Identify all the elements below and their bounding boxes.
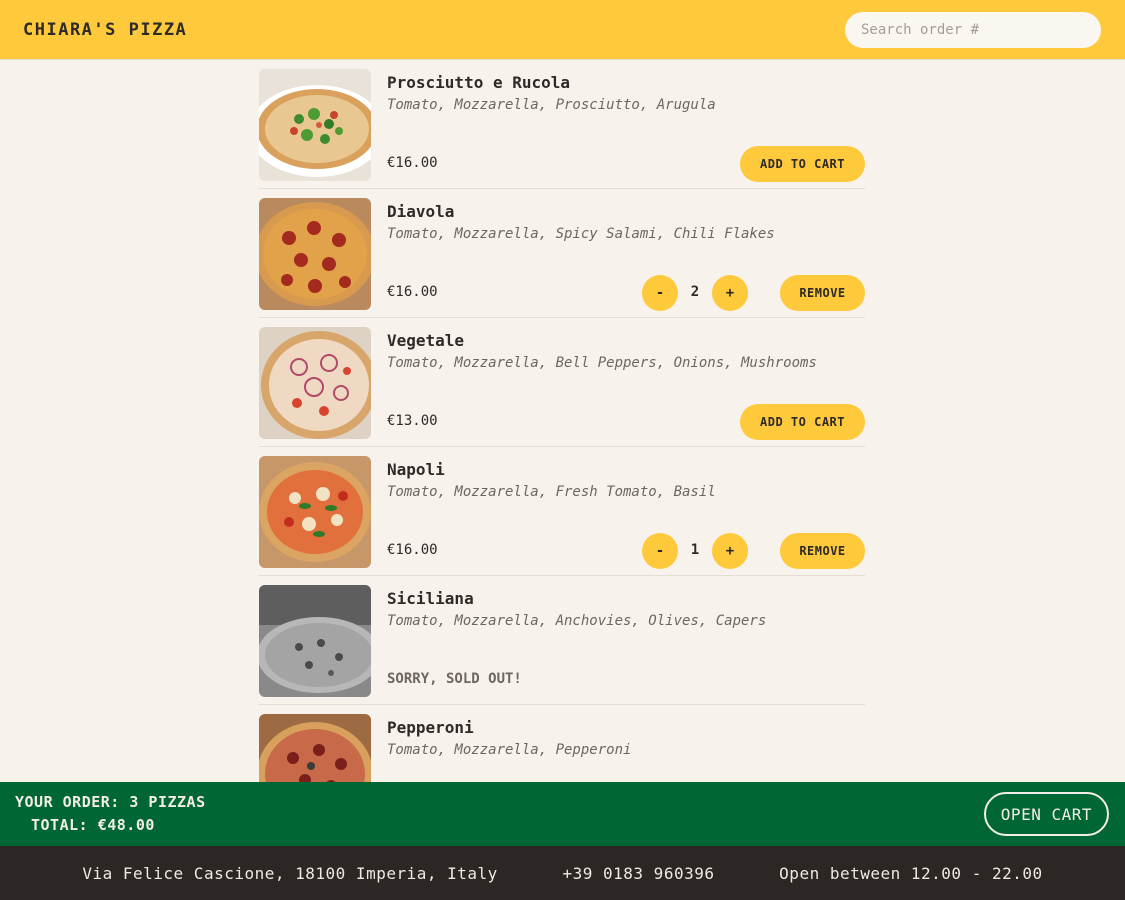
decrease-quantity-button[interactable]: - [642,533,678,569]
add-to-cart-button[interactable]: ADD TO CART [740,404,865,440]
order-summary: YOUR ORDER: 3 PIZZAS TOTAL: €48.00 [15,791,206,837]
increase-quantity-button[interactable]: + [712,533,748,569]
pizza-arugula-image [259,69,371,181]
footer-phone: +39 0183 960396 [562,863,715,883]
menu-item-vegetale: Vegetale Tomato, Mozzarella, Bell Pepper… [259,318,865,447]
menu-list: Prosciutto e Rucola Tomato, Mozzarella, … [259,60,865,782]
pizza-name: Siciliana [387,589,474,608]
increase-quantity-button[interactable]: + [712,275,748,311]
pizza-price: €16.00 [387,542,438,558]
menu-item-diavola: Diavola Tomato, Mozzarella, Spicy Salami… [259,189,865,318]
menu-item-prosciutto-e-rucola: Prosciutto e Rucola Tomato, Mozzarella, … [259,60,865,189]
pizza-ingredients: Tomato, Mozzarella, Pepperoni [387,742,632,758]
pizza-pepperoni-image [259,714,371,782]
pizza-price: €16.00 [387,155,438,171]
menu-item-siciliana: Siciliana Tomato, Mozzarella, Anchovies,… [259,576,865,705]
menu-item-napoli: Napoli Tomato, Mozzarella, Fresh Tomato,… [259,447,865,576]
pizza-ingredients: Tomato, Mozzarella, Anchovies, Olives, C… [387,613,767,629]
pizza-ingredients: Tomato, Mozzarella, Fresh Tomato, Basil [387,484,716,500]
order-total: TOTAL: €48.00 [31,816,155,834]
pizza-price: €16.00 [387,284,438,300]
pizza-napoli-image [259,456,371,568]
header: CHIARA'S PIZZA [0,0,1125,60]
search-order-input[interactable] [845,11,1101,48]
brand-title: CHIARA'S PIZZA [23,19,188,40]
pizza-ingredients: Tomato, Mozzarella, Spicy Salami, Chili … [387,226,775,242]
footer: Via Felice Cascione, 18100 Imperia, Ital… [0,846,1125,900]
pizza-ingredients: Tomato, Mozzarella, Bell Peppers, Onions… [387,355,817,371]
pizza-name: Pepperoni [387,718,474,737]
pizza-name: Vegetale [387,331,465,350]
open-cart-button[interactable]: OPEN CART [983,792,1109,836]
pizza-name: Napoli [387,460,445,479]
remove-button[interactable]: REMOVE [780,275,865,311]
footer-hours: Open between 12.00 - 22.00 [779,863,1043,883]
order-count: YOUR ORDER: 3 PIZZAS [15,793,206,811]
order-summary-bar: YOUR ORDER: 3 PIZZAS TOTAL: €48.00 OPEN … [0,782,1125,846]
pizza-ingredients: Tomato, Mozzarella, Prosciutto, Arugula [387,97,716,113]
quantity-value: 2 [690,284,700,300]
remove-button[interactable]: REMOVE [780,533,865,569]
pizza-name: Diavola [387,202,455,221]
pizza-price: €13.00 [387,413,438,429]
sold-out-label: SORRY, SOLD OUT! [387,671,522,687]
decrease-quantity-button[interactable]: - [642,275,678,311]
quantity-value: 1 [690,542,700,558]
add-to-cart-button[interactable]: ADD TO CART [740,146,865,182]
pizza-siciliana-image [259,585,371,697]
pizza-name: Prosciutto e Rucola [387,73,571,92]
footer-address: Via Felice Cascione, 18100 Imperia, Ital… [82,863,498,883]
menu-item-pepperoni: Pepperoni Tomato, Mozzarella, Pepperoni [259,705,865,782]
pizza-vegetable-image [259,327,371,439]
pizza-salami-image [259,198,371,310]
